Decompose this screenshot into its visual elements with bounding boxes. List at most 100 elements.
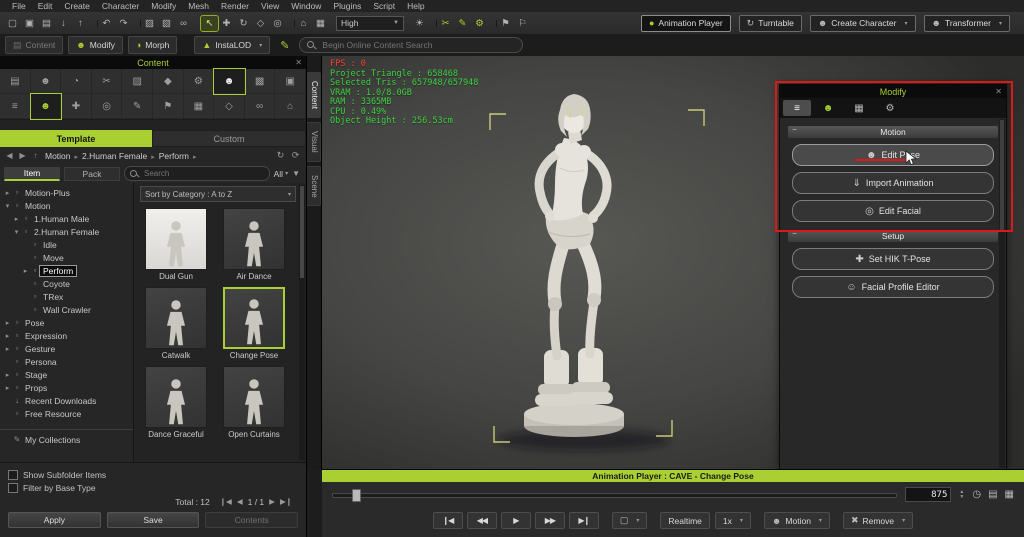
select-tool-icon[interactable]: ↖ [201,16,218,31]
last-page-button[interactable]: ▶❙ [280,497,292,506]
tab-item[interactable]: Item [4,167,60,181]
cat-scene-icon[interactable]: ▣ [275,69,306,94]
menu-item[interactable]: Mesh [182,0,215,12]
modify-tab-general[interactable]: ≡ [783,100,811,116]
cat-animation-icon[interactable]: ≡ [0,94,31,119]
filter-all-dropdown[interactable]: All ▾ [274,169,288,179]
menu-item[interactable]: Help [401,0,430,12]
tree-expand-icon[interactable]: ▸ [3,371,12,379]
light-icon[interactable]: ☀ [411,16,428,31]
paint-tool-icon[interactable]: ✎ [454,16,471,31]
tree-item[interactable]: ▫ Move [0,251,133,264]
tree-item[interactable]: ▸ ▫ 1.Human Male [0,212,133,225]
menu-item[interactable]: Window [285,0,327,12]
set-hik-tpose-button[interactable]: ✚ Set HIK T-Pose [792,248,994,270]
content-thumbnail[interactable]: Change Pose [218,287,290,360]
new-project-icon[interactable]: ▢ [4,16,21,31]
tree-item[interactable]: ▫ Coyote [0,277,133,290]
link-icon[interactable]: ∞ [175,16,192,31]
mode-modify-button[interactable]: ☻ Modify [68,36,123,54]
dock-tab[interactable]: Scene [307,166,321,207]
quality-dropdown[interactable]: High ▼ [336,16,404,31]
instalod-button[interactable]: ▲ InstaLOD [194,36,270,54]
timeline-track[interactable] [332,493,897,498]
breadcrumb-item[interactable]: Perform [157,151,199,161]
create-character-button[interactable]: ☻ Create Character [810,15,916,32]
cat-project-icon[interactable]: ▤ [0,69,31,94]
tree-item[interactable]: ▾ ▫ 2.Human Female [0,225,133,238]
modify-scrollbar[interactable] [999,119,1005,468]
prev-page-button[interactable]: ◀ [237,497,243,506]
cat-gadget-icon[interactable]: ⚙ [184,69,215,94]
online-search-input[interactable] [320,39,515,51]
menu-item[interactable]: Create [58,0,96,12]
speed-dropdown[interactable]: 1x [715,512,751,529]
turntable-button[interactable]: ↻ Turntable [739,15,802,32]
cat-material-icon[interactable]: ◇ [214,94,245,119]
tree-expand-icon[interactable]: ▸ [3,189,12,197]
loop-range-button[interactable]: ▢ [612,512,648,529]
cat-cloth-icon[interactable]: ▨ [122,69,153,94]
tree-item[interactable]: ▫ TRex [0,290,133,303]
mode-morph-button[interactable]: ◑ Morph [128,36,178,54]
filter-funnel-icon[interactable]: ▼ [292,169,300,178]
thumbnail-scrollbar[interactable] [299,185,305,460]
skip-to-start-button[interactable]: ❙◀ [433,512,463,529]
frame-stepper[interactable]: ▲▼ [959,490,964,499]
tree-expand-icon[interactable]: ▸ [12,215,21,223]
refresh-icon[interactable]: ↻ [274,150,287,161]
save-button[interactable]: Save [107,512,200,528]
import-icon[interactable]: ↓ [55,16,72,31]
cat-hand-icon[interactable]: ✎ [122,94,153,119]
edit-mesh-icon[interactable]: ✂ [437,16,454,31]
timeline-handle[interactable] [352,489,361,502]
uv-tool-icon[interactable]: ⚙ [471,16,488,31]
tree-expand-icon[interactable]: ▾ [3,202,12,210]
scrollbar-handle[interactable] [300,186,304,278]
show-subfolder-checkbox[interactable] [8,470,18,480]
dock-tab[interactable]: Content [307,72,321,118]
tree-expand-icon[interactable]: ▸ [3,319,12,327]
cat-physics-icon[interactable]: ∞ [245,94,276,119]
redo-icon[interactable]: ↷ [115,16,132,31]
sort-dropdown[interactable]: Sort by Category : A to Z ▾ [140,186,296,202]
import-animation-button[interactable]: ⇓ Import Animation [792,172,994,194]
scrollbar-handle[interactable] [1000,120,1004,230]
tab-template[interactable]: Template [0,130,152,147]
tree-item[interactable]: ✎ My Collections [0,429,133,446]
tree-item[interactable]: ▸ ▫ Props [0,381,133,394]
cat-motion-icon[interactable]: ☻ [31,94,62,119]
paint-brush-icon[interactable]: ✎ [280,39,289,52]
menu-item[interactable]: Render [215,0,255,12]
close-icon[interactable]: ✕ [995,85,1002,98]
tree-item[interactable]: ▸ ▫ Expression [0,329,133,342]
home-view-icon[interactable]: ⌂ [295,16,312,31]
tree-expand-icon[interactable]: ▸ [3,345,12,353]
previous-frame-button[interactable]: ◀◀ [467,512,497,529]
next-frame-button[interactable]: ▶▶ [535,512,565,529]
edit-pose-button[interactable]: ☻ Edit Pose [792,144,994,166]
realtime-button[interactable]: Realtime [660,512,710,529]
collapse-icon[interactable]: − [792,125,797,134]
tree-item[interactable]: ▫ Wall Crawler [0,303,133,316]
tree-expand-icon[interactable]: ▾ [12,228,21,236]
tree-item[interactable]: ▸ ▫ Perform [0,264,133,277]
menu-item[interactable]: File [6,0,32,12]
tree-item[interactable]: ▸ ▫ Stage [0,368,133,381]
undo-icon[interactable]: ↶ [98,16,115,31]
tree-item[interactable]: ▾ ▫ Motion [0,199,133,212]
tree-item[interactable]: ▸ ▫ Gesture [0,342,133,355]
menu-item[interactable]: View [255,0,285,12]
sync-icon[interactable]: ⟳ [289,150,302,161]
animation-player-toggle[interactable]: ● Animation Player [641,15,731,32]
menu-item[interactable]: Character [96,0,145,12]
pivot-tool-icon[interactable]: ◎ [269,16,286,31]
close-icon[interactable]: ✕ [295,56,302,69]
tree-item[interactable]: ↓ Recent Downloads [0,394,133,407]
modify-tab-character[interactable]: ☻ [814,100,842,116]
move-tool-icon[interactable]: ✚ [218,16,235,31]
flag-outline-icon[interactable]: ⚐ [514,16,531,31]
nav-up-icon[interactable]: ↑ [30,151,41,160]
layers-icon[interactable]: ▦ [1005,489,1014,500]
cat-texture-icon[interactable]: ▦ [184,94,215,119]
